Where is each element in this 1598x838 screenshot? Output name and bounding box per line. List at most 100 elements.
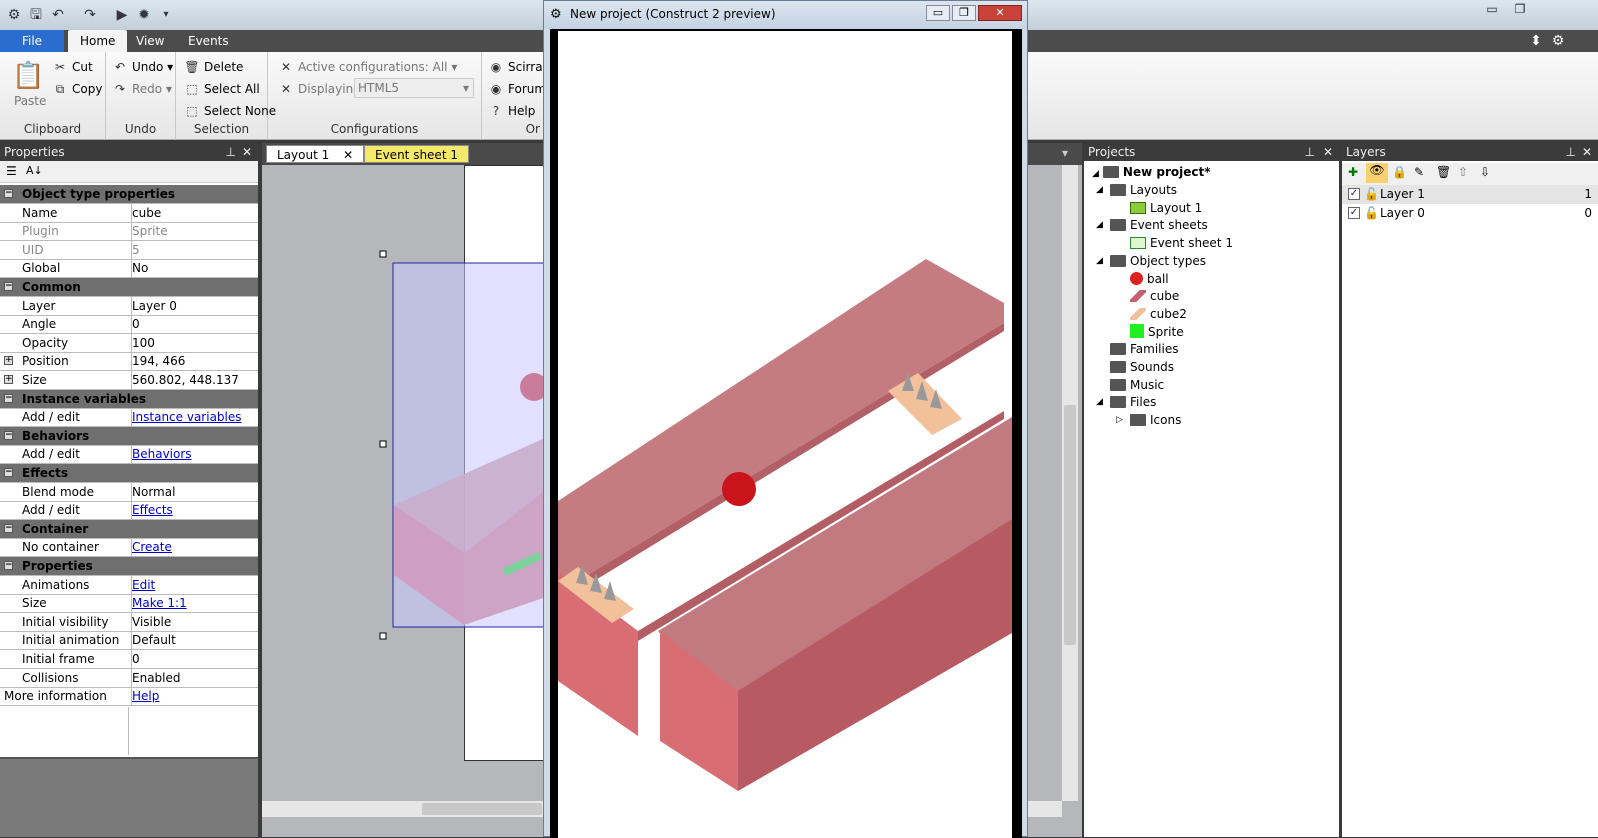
tree-node[interactable]: cube2 (1130, 305, 1187, 323)
property-row[interactable]: Add / edit Effects (0, 501, 258, 521)
active-configurations-dropdown[interactable]: ✕ Active configurations: All ▾ (278, 58, 457, 76)
tree-node[interactable]: Music (1110, 376, 1164, 394)
run-layout-icon[interactable]: ▶ (114, 7, 130, 23)
lock-icon[interactable]: 🔒 (1392, 165, 1407, 179)
app-icon[interactable]: ⚙ (6, 7, 22, 23)
tree-node[interactable]: Event sheet 1 (1130, 234, 1233, 252)
scroll-thumb[interactable] (1064, 405, 1076, 645)
layer-row[interactable]: ✓ 🔓 Layer 0 0 (1342, 204, 1598, 223)
property-value[interactable]: Instance variables (131, 408, 256, 427)
collapse-icon[interactable]: − (4, 468, 13, 477)
property-category[interactable]: − Behaviors (0, 426, 258, 446)
property-value[interactable]: Behaviors (131, 445, 256, 464)
undo-icon[interactable]: ↶ (50, 7, 66, 23)
property-value[interactable]: Edit (131, 575, 256, 594)
customize-chevron-icon[interactable]: ▾ (158, 7, 174, 23)
property-value[interactable]: Visible (131, 612, 256, 631)
close-icon[interactable]: ✕ (1582, 143, 1592, 161)
collapse-icon[interactable]: − (4, 523, 13, 533)
minimize-button[interactable]: ▭ (1478, 0, 1506, 18)
unlock-icon[interactable]: 🔓 (1364, 185, 1379, 204)
property-value[interactable]: 0 (131, 650, 256, 668)
move-up-icon[interactable]: ⇧ (1458, 165, 1468, 179)
property-value[interactable]: No (131, 259, 256, 278)
property-row[interactable]: UID 5 (0, 240, 258, 260)
property-row[interactable]: No container Create (0, 538, 258, 558)
copy-button[interactable]: ⧉ Copy (52, 80, 103, 98)
collapse-triangle-icon[interactable]: ◢ (1096, 393, 1103, 411)
property-row[interactable]: Name cube (0, 203, 258, 223)
minimize-button[interactable]: ▭ (926, 5, 950, 21)
property-category[interactable]: − Instance variables (0, 389, 258, 409)
property-row[interactable]: Blend mode Normal (0, 482, 258, 502)
tree-node[interactable]: Sprite (1130, 323, 1184, 341)
edit-icon[interactable]: ✎ (1414, 165, 1424, 179)
property-link[interactable]: Help (132, 689, 159, 703)
property-value[interactable]: Effects (131, 501, 256, 520)
chevron-down-icon[interactable]: ▾ (1062, 146, 1068, 160)
property-value[interactable]: cube (131, 203, 256, 222)
forum-link[interactable]: ◉ Forum (488, 80, 546, 98)
tab-events[interactable]: Events (176, 30, 241, 52)
move-down-icon[interactable]: ⇩ (1480, 165, 1490, 179)
property-row[interactable]: Add / edit Behaviors (0, 445, 258, 465)
property-category[interactable]: − Container (0, 519, 258, 539)
pin-icon[interactable]: ⊥ (226, 143, 236, 161)
property-row[interactable]: Layer Layer 0 (0, 296, 258, 316)
property-row[interactable]: + Position 194, 466 (0, 352, 258, 372)
property-category[interactable]: − Effects (0, 464, 258, 483)
property-row[interactable]: Add / edit Instance variables (0, 408, 258, 428)
property-row[interactable]: Initial frame 0 (0, 650, 258, 669)
tab-layout-1[interactable]: Layout 1 ✕ (266, 145, 365, 163)
tree-node[interactable]: ◢ Layouts (1096, 181, 1177, 199)
close-icon[interactable]: ✕ (242, 143, 252, 161)
tree-node[interactable]: cube (1130, 287, 1179, 305)
tree-node[interactable]: ◢ Files (1096, 393, 1156, 411)
property-row[interactable]: Angle 0 (0, 315, 258, 335)
collapse-triangle-icon[interactable]: ◢ (1096, 252, 1103, 270)
property-value[interactable]: 0 (131, 315, 256, 334)
game-canvas[interactable] (558, 31, 1012, 838)
tab-event-sheet-1[interactable]: Event sheet 1 (364, 145, 469, 163)
property-row[interactable]: Plugin Sprite (0, 222, 258, 242)
expand-icon[interactable]: + (4, 375, 13, 384)
tree-node[interactable]: ◢ Event sheets (1096, 216, 1208, 234)
pin-icon[interactable]: ⊥ (1566, 143, 1576, 161)
property-link[interactable]: Effects (132, 503, 173, 517)
property-value[interactable]: Enabled (131, 668, 256, 687)
property-value[interactable]: Default (131, 631, 256, 650)
select-none-button[interactable]: ⬚ Select None (184, 102, 276, 120)
debug-icon[interactable]: ✹ (136, 7, 152, 23)
close-button[interactable]: ✕ (978, 5, 1022, 21)
settings-icon[interactable]: ⚙ (1550, 33, 1566, 49)
property-link[interactable]: Make 1:1 (132, 596, 187, 610)
property-row[interactable]: Initial animation Default (0, 631, 258, 651)
property-value[interactable]: 194, 466 (131, 352, 256, 371)
property-row[interactable]: More information Help (0, 687, 258, 707)
tab-file[interactable]: File (0, 30, 64, 52)
property-row[interactable]: Animations Edit (0, 575, 258, 595)
ribbon-collapse-icon[interactable]: ⬍ (1528, 33, 1544, 49)
property-link[interactable]: Create (132, 540, 172, 554)
tree-node[interactable]: Families (1110, 340, 1178, 358)
close-icon[interactable]: ✕ (343, 148, 353, 162)
property-value[interactable]: Layer 0 (131, 296, 256, 315)
eye-icon[interactable]: 👁 (1366, 163, 1388, 183)
tree-node[interactable]: ◢ Object types (1096, 252, 1206, 270)
property-value[interactable]: 560.802, 448.137 (131, 371, 256, 389)
collapse-triangle-icon[interactable]: ◢ (1096, 216, 1103, 234)
property-value[interactable]: Make 1:1 (131, 594, 256, 613)
property-row[interactable]: Global No (0, 259, 258, 279)
tree-node[interactable]: ▷ Icons (1116, 411, 1181, 429)
property-value[interactable]: Sprite (131, 222, 256, 241)
tab-view[interactable]: View (124, 30, 176, 52)
property-value[interactable]: Create (131, 538, 256, 557)
add-layer-icon[interactable]: ✚ (1348, 165, 1358, 179)
sort-alpha-icon[interactable]: A↓ (26, 164, 43, 177)
expand-triangle-icon[interactable]: ◢ (1092, 169, 1099, 179)
scroll-thumb[interactable] (422, 803, 542, 815)
trash-icon[interactable]: 🗑 (1436, 165, 1451, 179)
expand-triangle-icon[interactable]: ▷ (1116, 411, 1123, 429)
property-category[interactable]: − Object type properties (0, 185, 258, 204)
property-value[interactable]: Normal (131, 482, 256, 501)
